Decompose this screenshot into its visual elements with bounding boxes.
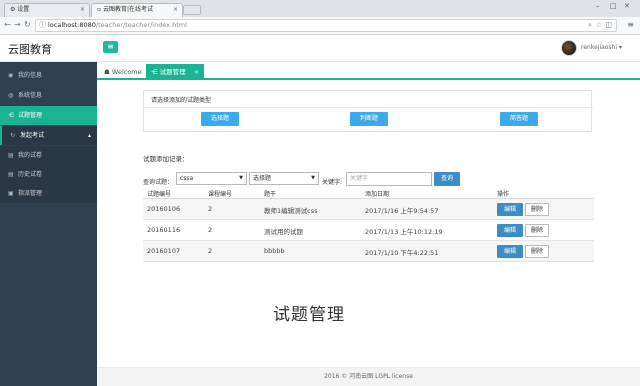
added-date: 2017/1/16 上午9:54:57 xyxy=(365,207,439,215)
browser-tabstrip: ⚙ 设置 × ▫ 云图教育|在线考试 × – □ ✕ xyxy=(0,0,640,17)
add-short-answer-button[interactable]: 简答题 xyxy=(500,112,538,126)
chevron-up-icon: ▴ xyxy=(87,132,91,139)
refresh-icon: ↻ xyxy=(10,132,16,139)
new-tab-button[interactable] xyxy=(183,5,201,15)
question-type-select[interactable]: 选择题 ▼ xyxy=(249,172,319,185)
user-menu[interactable]: renkejiaoshi ▾ xyxy=(581,44,622,51)
column-header: 课程编号 xyxy=(208,191,233,198)
share-icon: ⋲ xyxy=(8,112,14,119)
sidebar-item-my-info[interactable]: ◉ 我的信息 xyxy=(0,66,97,85)
list-icon: ▤ xyxy=(8,171,14,178)
question-type-panel: 请选择添加的试题类型 选择题 判断题 简答题 xyxy=(143,90,593,132)
browser-tab-app[interactable]: ▫ 云图教育|在线考试 × xyxy=(91,3,183,17)
course-id: 2 xyxy=(208,226,213,234)
file-icon: ▣ xyxy=(8,190,14,197)
back-icon[interactable]: ← xyxy=(4,20,11,29)
table-row: 20160107 2 bbbbb 2017/1/10 下午4:22:51 编辑 … xyxy=(143,241,594,262)
keyword-input[interactable]: 关键字 xyxy=(346,172,432,186)
sidebar-item-my-papers[interactable]: ▤ 我的试卷 xyxy=(0,146,97,165)
users-icon: ◍ xyxy=(8,92,14,99)
edit-button[interactable]: 编辑 xyxy=(497,224,523,237)
delete-button[interactable]: 删除 xyxy=(525,224,549,237)
question-stem: 教师1编辑测试css xyxy=(264,207,318,215)
course-select[interactable]: cssa ▼ xyxy=(176,172,247,185)
question-id: 20160116 xyxy=(147,226,181,234)
list-icon: ▤ xyxy=(8,152,14,159)
page-tabs: ☗ Welcome ⋲ 试题管理 × xyxy=(97,62,640,80)
close-window-icon[interactable]: ✕ xyxy=(624,2,630,10)
table-row: 20160116 2 测试用的试题 2017/1/13 上午10:12:19 编… xyxy=(143,220,594,241)
table-row: 20160106 2 教师1编辑测试css 2017/1/16 上午9:54:5… xyxy=(143,199,594,220)
table-header: 试题编号 课程编号 题干 添加日期 操作 xyxy=(143,188,594,199)
course-id: 2 xyxy=(208,205,213,213)
minimize-icon[interactable]: – xyxy=(596,2,600,10)
column-header: 题干 xyxy=(264,191,277,198)
course-id: 2 xyxy=(208,247,213,255)
user-icon: ◉ xyxy=(8,72,14,79)
browser-menu-icon[interactable]: ≡ xyxy=(627,20,634,29)
page-info-icon[interactable]: ⓘ xyxy=(39,20,46,31)
question-id: 20160106 xyxy=(147,205,181,213)
browser-toolbar: ← → ↻ ⓘ localhost:8080/teacher/teacher/i… xyxy=(0,17,640,35)
divider xyxy=(144,107,593,108)
bookmark-star-icon[interactable]: ☆ xyxy=(596,20,602,31)
reload-icon[interactable]: ↻ xyxy=(24,20,31,29)
main-content: 请选择添加的试题类型 选择题 判断题 简答题 试题添加记录： 查询试题： css… xyxy=(97,80,640,367)
close-icon[interactable]: × xyxy=(173,4,178,16)
column-header: 操作 xyxy=(497,191,510,198)
tab-welcome[interactable]: ☗ Welcome xyxy=(99,64,147,80)
added-date: 2017/1/13 上午10:12:19 xyxy=(365,228,443,236)
add-choice-question-button[interactable]: 选择题 xyxy=(201,112,239,126)
chevron-down-icon: ▼ xyxy=(311,175,315,181)
address-bar[interactable]: ⓘ localhost:8080/teacher/teacher/index.h… xyxy=(35,19,617,32)
maximize-icon[interactable]: □ xyxy=(610,2,617,10)
close-icon[interactable]: × xyxy=(194,68,199,76)
footer: 2016 © 河南云图 LGPL license xyxy=(97,367,640,386)
share-icon: ⋲ xyxy=(151,68,160,76)
column-header: 试题编号 xyxy=(147,191,172,198)
sidebar-item-history-papers[interactable]: ▤ 历史试卷 xyxy=(0,165,97,184)
sidebar-toggle-button[interactable]: ≡ xyxy=(103,41,118,53)
tab-question-management[interactable]: ⋲ 试题管理 × xyxy=(146,64,205,80)
close-icon[interactable]: × xyxy=(80,4,85,16)
browser-tab-settings[interactable]: ⚙ 设置 × xyxy=(4,3,90,17)
delete-button[interactable]: 删除 xyxy=(525,203,549,216)
keyword-label: 关键字: xyxy=(322,179,343,186)
question-id: 20160107 xyxy=(147,247,181,255)
sidebar-item-start-exam[interactable]: ↻ 发起考试 ▴ xyxy=(0,126,97,145)
add-judgment-question-button[interactable]: 判断题 xyxy=(350,112,388,126)
sidebar-item-system-info[interactable]: ◍ 系统信息 xyxy=(0,86,97,105)
column-header: 添加日期 xyxy=(365,191,390,198)
chevron-down-icon: ▾ xyxy=(618,44,622,51)
edit-button[interactable]: 编辑 xyxy=(497,245,523,258)
menu-icon: ≡ xyxy=(107,42,114,51)
sidebar-item-question-management[interactable]: ⋲ 试题管理 xyxy=(0,106,97,125)
question-stem: 测试用的试题 xyxy=(264,228,303,236)
forward-icon[interactable]: → xyxy=(14,20,21,29)
search-icon[interactable]: ⌕ xyxy=(588,20,592,31)
search-button[interactable]: 查询 xyxy=(434,172,460,186)
extension-icon[interactable]: ◫ xyxy=(605,20,612,31)
filter-label: 查询试题： xyxy=(143,179,174,186)
avatar[interactable] xyxy=(561,40,577,56)
brand-title: 云图教育 xyxy=(8,43,52,56)
question-stem: bbbbb xyxy=(264,247,285,255)
delete-button[interactable]: 删除 xyxy=(525,245,549,258)
added-date: 2017/1/10 下午4:22:51 xyxy=(365,249,439,257)
home-icon: ☗ xyxy=(104,68,112,76)
question-type-title: 请选择添加的试题类型 xyxy=(151,97,212,104)
page-title: 试题管理 xyxy=(273,305,345,325)
sidebar: ◉ 我的信息 ◍ 系统信息 ⋲ 试题管理 ↻ 发起考试 ▴ ▤ 我的试卷 ▤ 历史试卷 ▣ 指… xyxy=(0,62,97,386)
records-title: 试题添加记录： xyxy=(143,155,189,163)
sidebar-item-assignment[interactable]: ▣ 指派管理 xyxy=(0,184,97,203)
app-header: 云图教育 ≡ renkejiaoshi ▾ xyxy=(0,35,640,62)
chevron-down-icon: ▼ xyxy=(239,175,243,181)
edit-button[interactable]: 编辑 xyxy=(497,203,523,216)
